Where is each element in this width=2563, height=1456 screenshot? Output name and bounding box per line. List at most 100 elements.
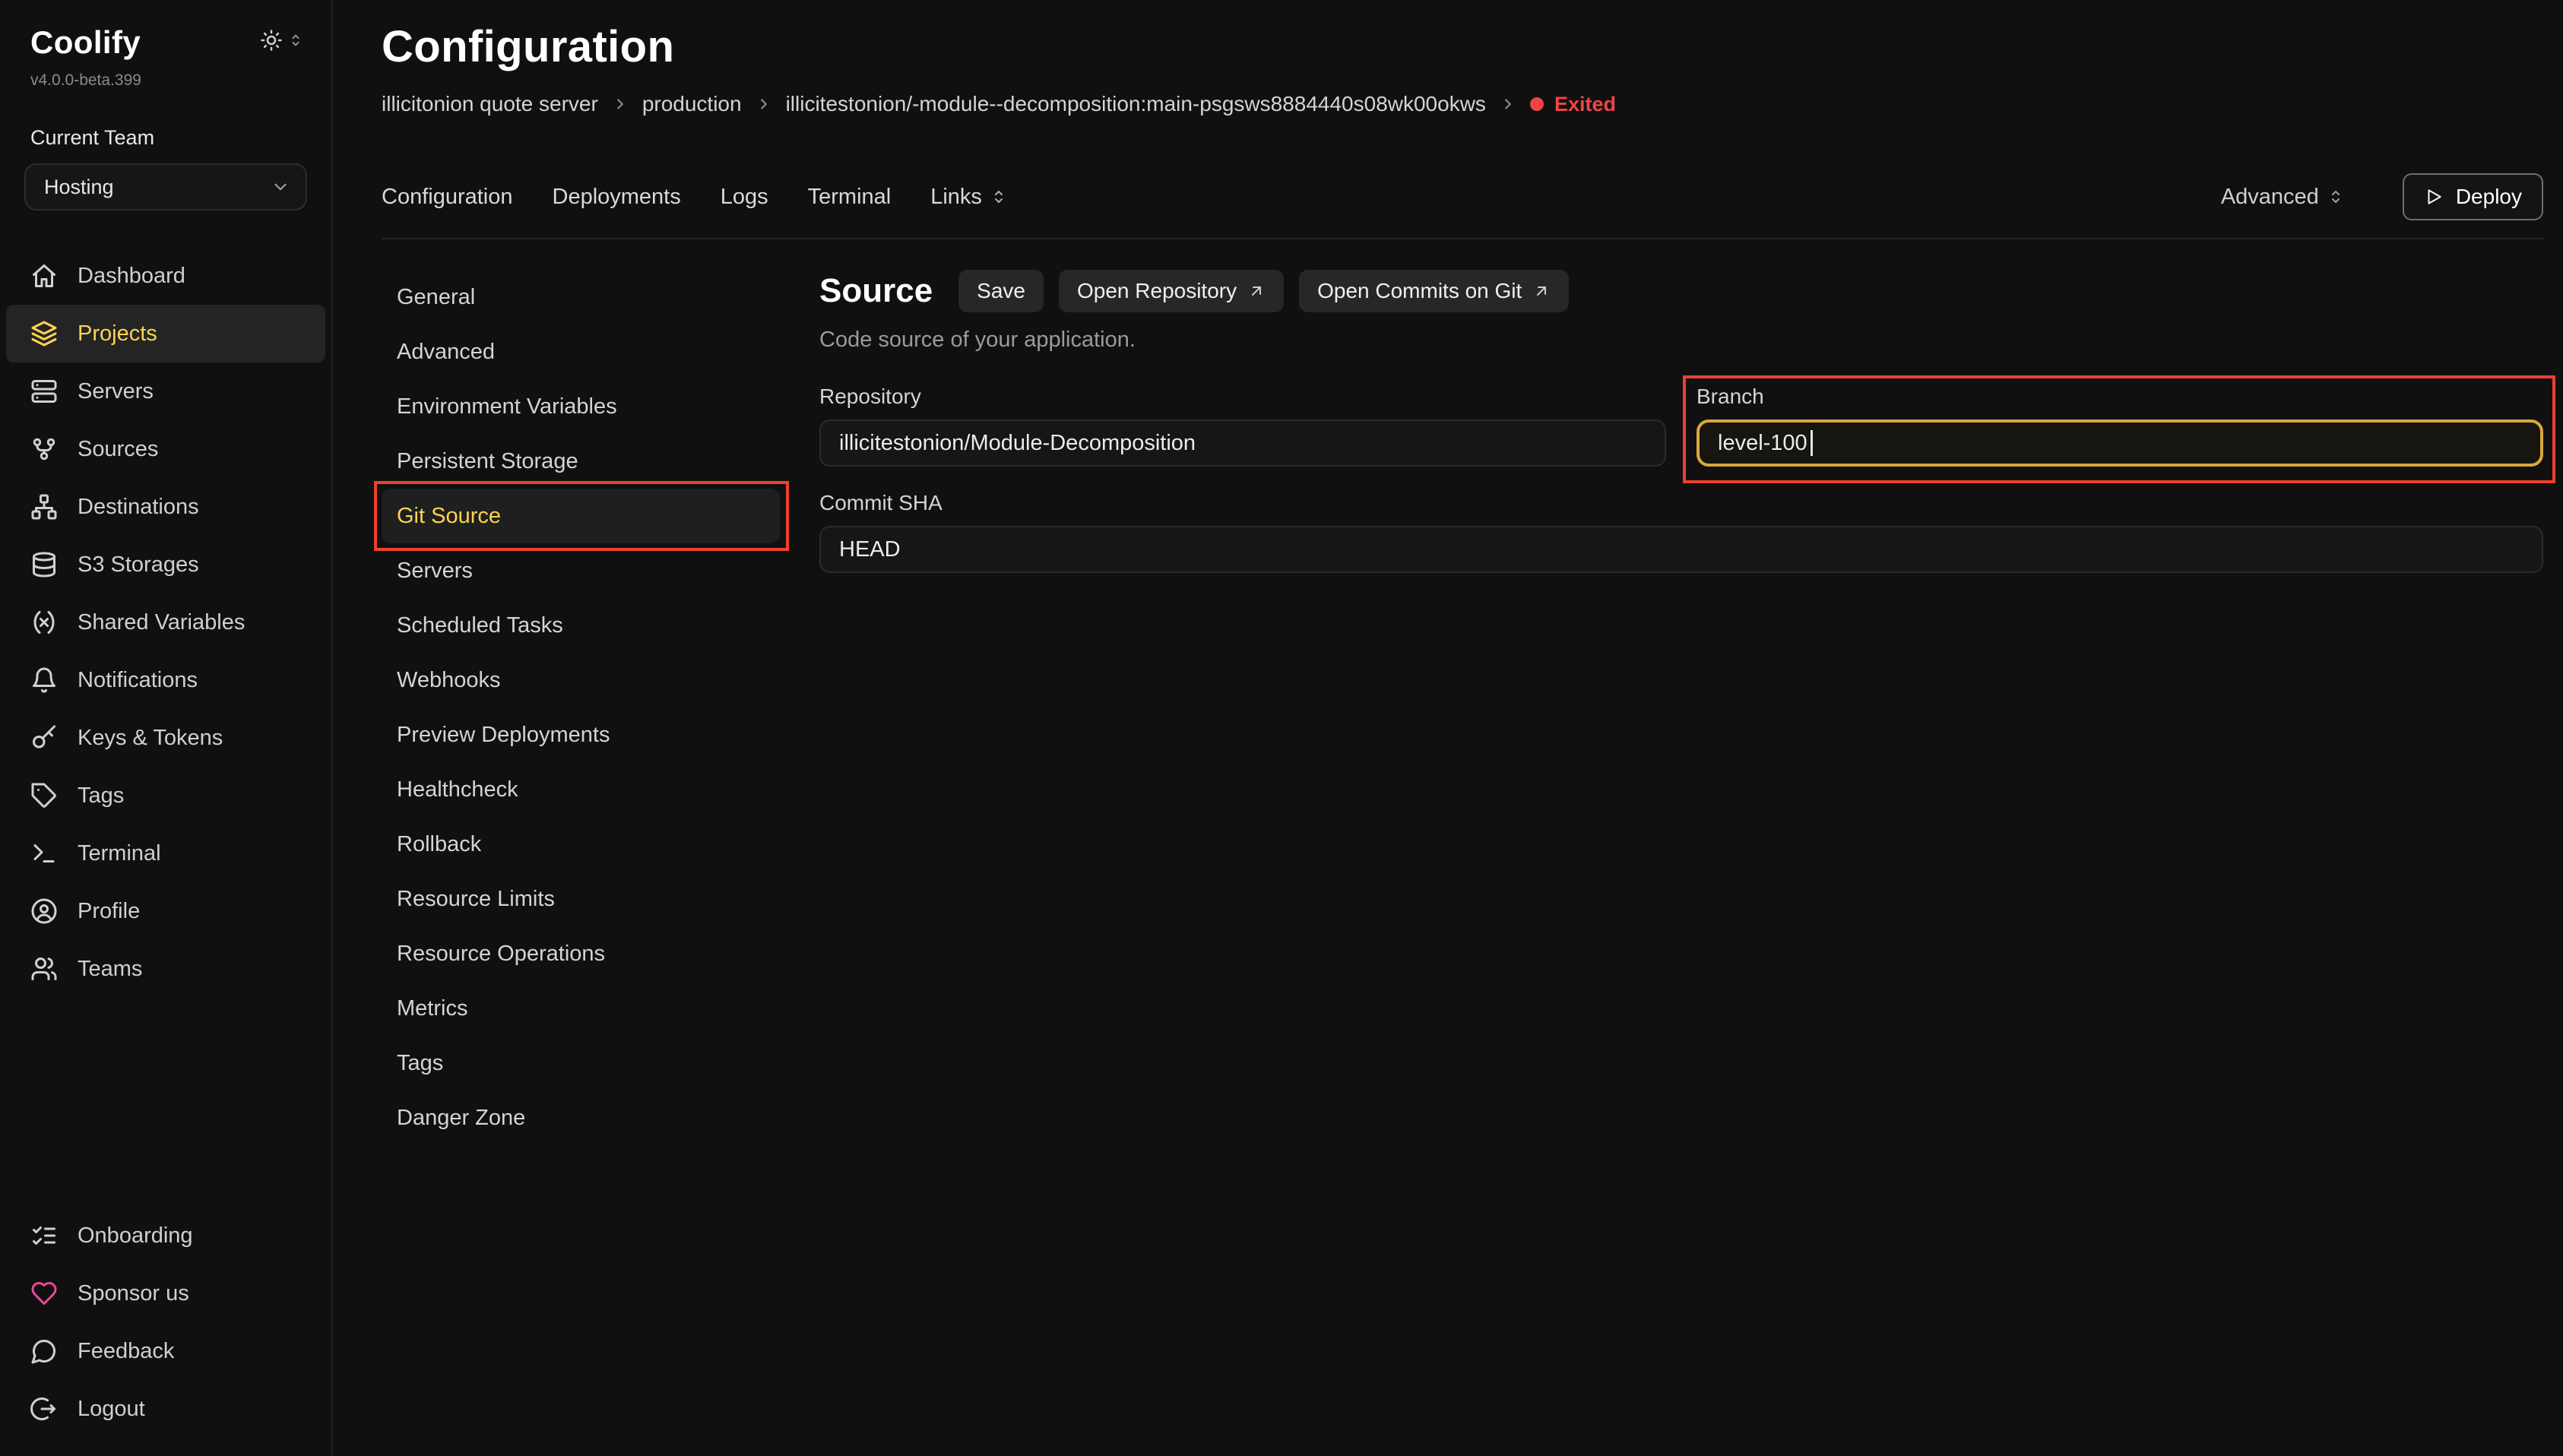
sidebar-item-projects[interactable]: Projects <box>6 305 325 362</box>
commit-sha-input[interactable] <box>819 526 2543 573</box>
subnav-item-preview-deployments[interactable]: Preview Deployments <box>382 707 780 762</box>
tag-icon <box>30 782 58 809</box>
current-team-label: Current Team <box>0 126 331 150</box>
heart-icon <box>30 1280 58 1307</box>
subnav-item-persistent-storage[interactable]: Persistent Storage <box>382 434 780 489</box>
subnav-item-resource-operations[interactable]: Resource Operations <box>382 926 780 981</box>
sidebar-item-dashboard[interactable]: Dashboard <box>6 247 325 305</box>
chevrons-up-down-icon <box>2327 188 2345 206</box>
breadcrumb-project[interactable]: illicitonion quote server <box>382 92 598 116</box>
open-commits-button[interactable]: Open Commits on Git <box>1299 270 1569 312</box>
configuration-subnav: General Advanced Environment Variables P… <box>382 270 780 1145</box>
branch-label: Branch <box>1697 385 2543 409</box>
repository-input[interactable] <box>819 419 1666 467</box>
sidebar-item-label: Shared Variables <box>78 610 245 635</box>
tabbar-divider <box>382 238 2543 239</box>
sidebar-item-label: Sponsor us <box>78 1281 189 1306</box>
sidebar-item-label: Destinations <box>78 495 199 520</box>
save-button[interactable]: Save <box>958 270 1044 312</box>
branch-field: Branch level-100 <box>1697 385 2543 467</box>
team-selector-value: Hosting <box>44 176 114 199</box>
version-label: v4.0.0-beta.399 <box>30 71 141 90</box>
source-description: Code source of your application. <box>819 328 2543 353</box>
open-repository-label: Open Repository <box>1077 279 1237 303</box>
sidebar-item-logout[interactable]: Logout <box>6 1380 325 1438</box>
subnav-item-advanced[interactable]: Advanced <box>382 324 780 379</box>
chevron-right-icon <box>756 96 772 112</box>
sidebar-item-notifications[interactable]: Notifications <box>6 651 325 709</box>
subnav-item-general[interactable]: General <box>382 270 780 324</box>
sidebar-item-sources[interactable]: Sources <box>6 420 325 478</box>
network-icon <box>30 493 58 521</box>
sidebar-item-label: Logout <box>78 1397 145 1422</box>
source-section-header: Source Save Open Repository Open Commits… <box>819 270 2543 312</box>
sidebar-item-label: Dashboard <box>78 264 185 289</box>
subnav-item-danger-zone[interactable]: Danger Zone <box>382 1090 780 1145</box>
sidebar-nav: Dashboard Projects Servers Sources Desti… <box>0 247 331 998</box>
sidebar-item-profile[interactable]: Profile <box>6 882 325 940</box>
breadcrumb-application[interactable]: illicitestonion/-module--decomposition:m… <box>786 92 1486 116</box>
layers-icon <box>30 320 58 347</box>
repository-field: Repository <box>819 385 1666 467</box>
sidebar-item-label: Terminal <box>78 841 161 866</box>
branch-value: level-100 <box>1718 431 1807 456</box>
sidebar-item-keys-tokens[interactable]: Keys & Tokens <box>6 709 325 767</box>
deploy-label: Deploy <box>2456 185 2522 209</box>
deploy-button[interactable]: Deploy <box>2403 173 2543 220</box>
sidebar-item-servers[interactable]: Servers <box>6 362 325 420</box>
sidebar-item-label: Onboarding <box>78 1223 193 1249</box>
database-icon <box>30 551 58 578</box>
tab-terminal[interactable]: Terminal <box>808 185 892 210</box>
subnav-item-resource-limits[interactable]: Resource Limits <box>382 872 780 926</box>
terminal-icon <box>30 840 58 867</box>
sidebar: Coolify v4.0.0-beta.399 Current Team Hos… <box>0 0 333 1456</box>
message-icon <box>30 1337 58 1365</box>
chevron-right-icon <box>612 96 629 112</box>
brand-row: Coolify v4.0.0-beta.399 <box>0 24 331 90</box>
brand-logo: Coolify <box>30 24 141 61</box>
theme-selector[interactable] <box>260 29 304 52</box>
users-icon <box>30 955 58 983</box>
sidebar-item-shared-variables[interactable]: Shared Variables <box>6 593 325 651</box>
sidebar-item-tags[interactable]: Tags <box>6 767 325 825</box>
subnav-item-environment-variables[interactable]: Environment Variables <box>382 379 780 434</box>
tab-deployments[interactable]: Deployments <box>553 185 681 210</box>
open-repository-button[interactable]: Open Repository <box>1059 270 1284 312</box>
text-caret <box>1811 430 1813 456</box>
team-selector-dropdown[interactable]: Hosting <box>24 163 307 210</box>
tab-logs[interactable]: Logs <box>721 185 768 210</box>
tab-configuration[interactable]: Configuration <box>382 185 513 210</box>
subnav-item-healthcheck[interactable]: Healthcheck <box>382 762 780 817</box>
subnav-item-tags[interactable]: Tags <box>382 1036 780 1090</box>
sidebar-item-sponsor-us[interactable]: Sponsor us <box>6 1265 325 1322</box>
external-link-icon <box>1532 282 1551 300</box>
chevrons-up-down-icon <box>287 32 304 49</box>
tab-links[interactable]: Links <box>930 185 1008 210</box>
logout-icon <box>30 1395 58 1423</box>
sidebar-item-s3-storages[interactable]: S3 Storages <box>6 536 325 593</box>
breadcrumb-environment[interactable]: production <box>642 92 742 116</box>
sidebar-item-label: Profile <box>78 899 140 924</box>
sidebar-item-feedback[interactable]: Feedback <box>6 1322 325 1380</box>
subnav-item-scheduled-tasks[interactable]: Scheduled Tasks <box>382 598 780 653</box>
subnav-item-metrics[interactable]: Metrics <box>382 981 780 1036</box>
sidebar-item-terminal[interactable]: Terminal <box>6 825 325 882</box>
sidebar-footer-nav: Onboarding Sponsor us Feedback Logout <box>0 1207 331 1438</box>
subnav-item-webhooks[interactable]: Webhooks <box>382 653 780 707</box>
subnav-item-rollback[interactable]: Rollback <box>382 817 780 872</box>
chevron-down-icon <box>271 177 290 197</box>
sidebar-item-label: Sources <box>78 437 158 462</box>
sidebar-item-label: Keys & Tokens <box>78 726 223 751</box>
advanced-toggle[interactable]: Advanced <box>2221 185 2345 210</box>
tab-bar: Configuration Deployments Logs Terminal … <box>382 174 2543 220</box>
sidebar-item-onboarding[interactable]: Onboarding <box>6 1207 325 1265</box>
git-fork-icon <box>30 435 58 463</box>
source-section: Source Save Open Repository Open Commits… <box>819 270 2543 573</box>
sun-icon <box>260 29 283 52</box>
subnav-item-git-source[interactable]: Git Source <box>382 489 780 543</box>
sidebar-item-label: Tags <box>78 783 124 809</box>
sidebar-item-teams[interactable]: Teams <box>6 940 325 998</box>
sidebar-item-destinations[interactable]: Destinations <box>6 478 325 536</box>
branch-input[interactable]: level-100 <box>1697 419 2543 467</box>
subnav-item-servers[interactable]: Servers <box>382 543 780 598</box>
